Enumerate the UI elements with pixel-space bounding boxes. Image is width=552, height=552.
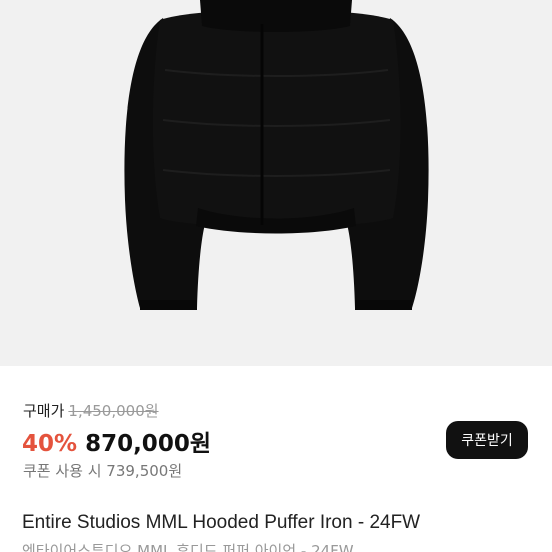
product-title: Entire Studios MML Hooded Puffer Iron - … bbox=[22, 512, 421, 533]
original-price: 1,450,000원 bbox=[68, 402, 159, 420]
coupon-price: 쿠폰 사용 시 739,500원 bbox=[23, 462, 183, 480]
discount-rate: 40% bbox=[22, 431, 78, 457]
purchase-price-row: 구매가 1,450,000원 bbox=[23, 400, 159, 421]
product-image[interactable] bbox=[0, 0, 552, 366]
sale-price: 870,000원 bbox=[85, 431, 211, 457]
puffer-jacket-image bbox=[124, 0, 429, 310]
sale-price-row: 40% 870,000원 bbox=[22, 424, 211, 458]
get-coupon-button[interactable]: 쿠폰받기 bbox=[446, 421, 528, 459]
price-section: 구매가 1,450,000원 40% 870,000원 쿠폰 사용 시 739,… bbox=[0, 366, 552, 552]
purchase-label: 구매가 bbox=[23, 402, 65, 420]
product-subtitle: 엔타이어스튜디오 MML 후디드 퍼퍼 아이언 - 24FW bbox=[22, 542, 354, 552]
